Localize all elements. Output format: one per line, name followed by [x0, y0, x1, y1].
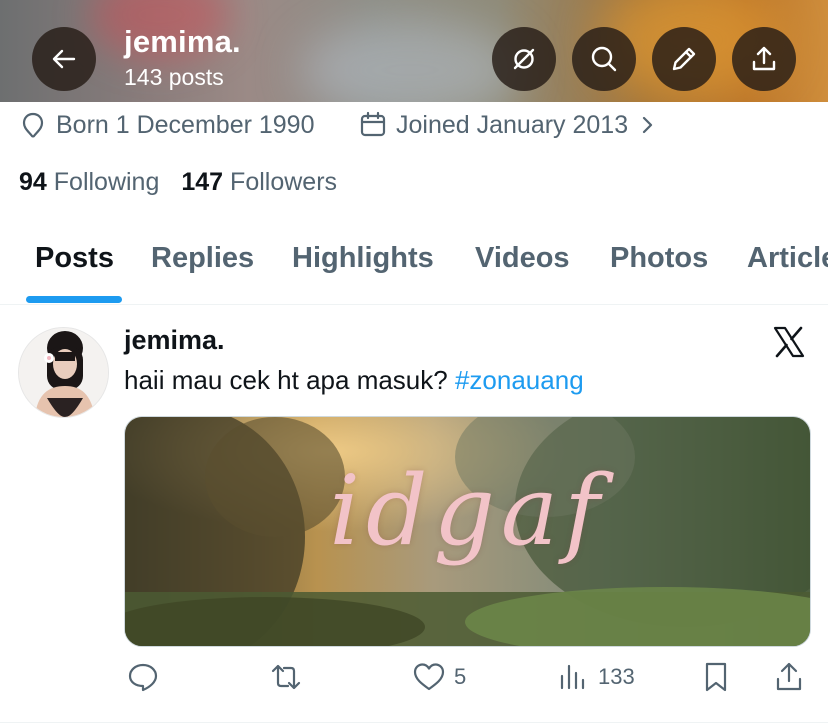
post-text: haii mau cek ht apa masuk? #zonauang [124, 365, 584, 396]
like-button[interactable]: 5 [412, 660, 466, 694]
birthday-text: Born 1 December 1990 [56, 110, 315, 139]
x-logo-icon[interactable] [772, 325, 806, 359]
followers-count: 147 [181, 168, 224, 196]
views-button[interactable]: 133 [556, 660, 635, 694]
views-icon [560, 664, 585, 690]
profile-tabs: Posts Replies Highlights Videos Photos A… [0, 230, 828, 305]
divider [0, 722, 828, 723]
calendar-icon [360, 111, 386, 137]
active-tab-indicator [26, 296, 122, 303]
followers-label: Followers [230, 168, 338, 196]
media-overlay-text: idgaf [329, 455, 606, 567]
post-author-name[interactable]: jemima. [124, 325, 225, 356]
header-profile-name: jemima. [124, 24, 241, 59]
edit-icon [672, 47, 696, 71]
chevron-right-icon [643, 116, 653, 134]
like-icon [413, 663, 445, 691]
header-post-count: 143 posts [124, 64, 224, 90]
post-action-bar: 5 133 [0, 660, 828, 700]
profile-meta: Born 1 December 1990 Joined January 2013 [0, 110, 828, 146]
grok-button[interactable] [492, 27, 556, 91]
share-icon [752, 46, 776, 71]
search-icon [591, 46, 617, 72]
views-count: 133 [598, 664, 635, 689]
share-post-button[interactable] [772, 660, 806, 694]
post-media-image[interactable]: idgaf [124, 416, 811, 647]
tab-articles[interactable]: Articles [747, 242, 828, 275]
back-button[interactable] [32, 27, 96, 91]
search-button[interactable] [572, 27, 636, 91]
repost-button[interactable] [269, 660, 311, 694]
location-icon [22, 112, 44, 138]
following-link[interactable]: 94 Following [19, 168, 159, 197]
joined-text: Joined January 2013 [396, 110, 629, 139]
bookmark-button[interactable] [699, 660, 733, 694]
tab-photos[interactable]: Photos [610, 242, 708, 275]
post-body-text: haii mau cek ht apa masuk? [124, 365, 448, 395]
following-label: Following [53, 168, 160, 196]
share-profile-button[interactable] [732, 27, 796, 91]
tab-highlights[interactable]: Highlights [292, 242, 434, 275]
back-arrow-icon [52, 49, 76, 69]
avatar-image [19, 328, 108, 417]
banner-blur [300, 20, 520, 102]
follow-stats: 94 Following 147 Followers [19, 168, 337, 197]
repost-icon [271, 664, 301, 690]
reply-icon [128, 663, 158, 692]
grok-icon [513, 48, 535, 70]
hashtag-link[interactable]: #zonauang [455, 365, 584, 395]
tab-videos[interactable]: Videos [475, 242, 570, 275]
reply-button[interactable] [126, 660, 168, 694]
followers-link[interactable]: 147 Followers [181, 168, 337, 197]
like-count: 5 [454, 664, 467, 689]
birthday-info: Born 1 December 1990 [18, 110, 314, 140]
following-count: 94 [19, 168, 47, 196]
avatar[interactable] [18, 327, 109, 418]
tab-replies[interactable]: Replies [151, 242, 254, 275]
joined-info[interactable]: Joined January 2013 [358, 110, 658, 140]
share-icon [776, 662, 802, 691]
profile-banner: jemima. 143 posts [0, 0, 828, 102]
edit-profile-button[interactable] [652, 27, 716, 91]
bookmark-icon [705, 662, 727, 692]
tab-posts[interactable]: Posts [35, 242, 114, 275]
